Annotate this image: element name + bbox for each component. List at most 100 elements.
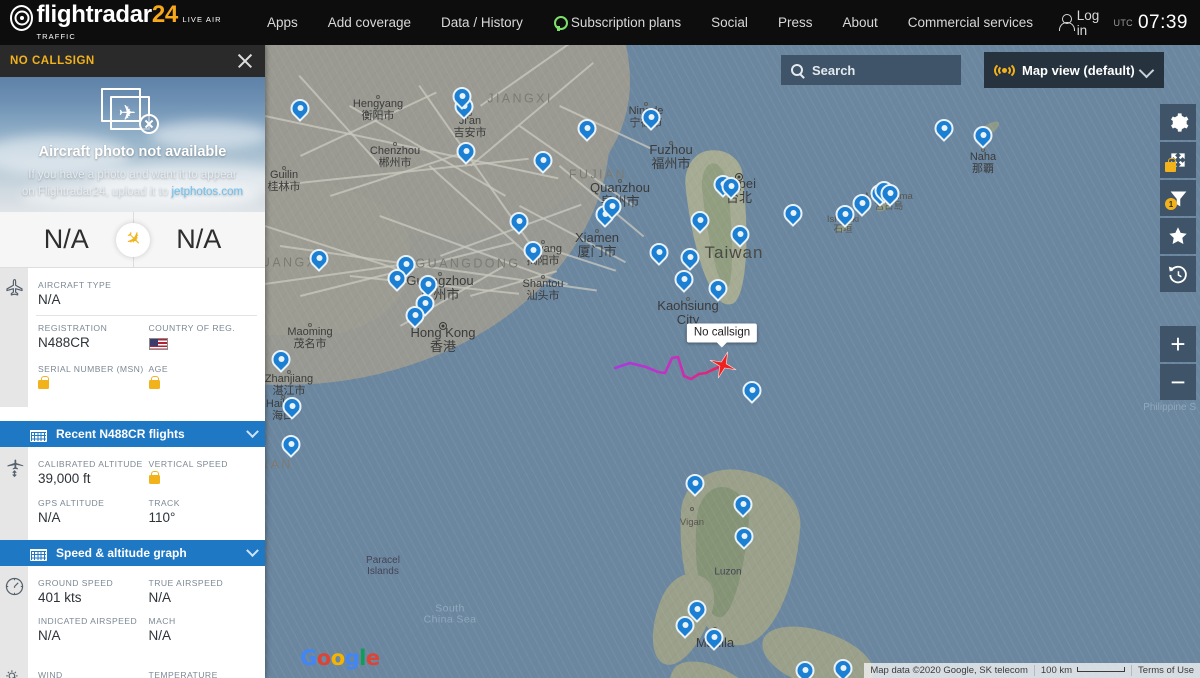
- city-dot: [439, 322, 447, 330]
- lock-icon[interactable]: [148, 375, 160, 389]
- field-label: VERTICAL SPEED: [148, 459, 228, 469]
- recent-flights-label: Recent N488CR flights: [56, 427, 185, 441]
- airport-pin[interactable]: [681, 470, 709, 500]
- airport-pin[interactable]: [277, 431, 305, 461]
- nav-item-label: Commercial services: [907, 15, 1034, 30]
- aircraft-icon: [0, 268, 28, 407]
- zoom-out-button[interactable]: −: [1160, 364, 1196, 400]
- map-view-select[interactable]: Map view (default): [984, 52, 1164, 88]
- broadcast-icon: [992, 61, 1016, 79]
- field-value: N488CR: [38, 335, 90, 350]
- field-value: N/A: [148, 590, 172, 605]
- aircraft-info-panel: NO CALLSIGN ✈ Aircraft photo not availab…: [0, 45, 265, 678]
- aircraft-photo-placeholder: ✈ Aircraft photo not available If you ha…: [0, 77, 265, 212]
- nav-item-data-history[interactable]: Data / History: [426, 0, 538, 45]
- map-data-attribution: Map data ©2020 Google, SK telecom: [870, 665, 1028, 676]
- zoom-in-button[interactable]: +: [1160, 326, 1196, 362]
- flightradar24-logo[interactable]: flightradar24 LIVE AIR TRAFFIC: [0, 0, 252, 43]
- aircraft-marker[interactable]: [704, 346, 742, 384]
- airport-pin[interactable]: [791, 657, 819, 678]
- recent-flights-bar[interactable]: Recent N488CR flights: [0, 421, 265, 447]
- city-dot: [438, 272, 442, 276]
- airport-pin[interactable]: [969, 122, 997, 152]
- airport-pin[interactable]: [383, 265, 411, 295]
- airport-pin[interactable]: [717, 173, 745, 203]
- map-label: Paracel Islands: [366, 555, 400, 577]
- airport-pin[interactable]: [876, 180, 904, 210]
- airport-pin[interactable]: [779, 200, 807, 230]
- photo-hint-line1: If you have a photo and want it to appea…: [28, 169, 237, 182]
- field-label: SERIAL NUMBER (MSN): [38, 364, 144, 374]
- airport-pin[interactable]: [729, 491, 757, 521]
- nav-item-label: Add coverage: [327, 15, 412, 30]
- lock-icon[interactable]: [38, 375, 49, 389]
- airport-pin[interactable]: [738, 377, 766, 407]
- settings-button[interactable]: [1160, 104, 1196, 140]
- map-attribution-bar: Map data ©2020 Google, SK telecom 100 km…: [864, 663, 1200, 678]
- airport-pin[interactable]: [278, 393, 306, 423]
- nav-item-subscription-plans[interactable]: Subscription plans: [538, 0, 696, 45]
- bookmarks-button[interactable]: [1160, 218, 1196, 254]
- origin-airport: N/A: [43, 224, 89, 254]
- close-icon[interactable]: [235, 51, 255, 71]
- airport-pin[interactable]: [519, 237, 547, 267]
- field-value: N/A: [38, 628, 61, 643]
- nav-item-label: Data / History: [441, 15, 523, 30]
- nav-item-social[interactable]: Social: [696, 0, 763, 45]
- airport-pin[interactable]: [726, 221, 754, 251]
- lock-icon[interactable]: [148, 470, 160, 484]
- airport-pin[interactable]: [448, 83, 476, 113]
- airport-pin[interactable]: [267, 346, 295, 376]
- airport-pin[interactable]: [730, 523, 758, 553]
- nav-item-add-coverage[interactable]: Add coverage: [313, 0, 426, 45]
- nav-item-press[interactable]: Press: [763, 0, 828, 45]
- login-button[interactable]: Log in: [1048, 8, 1114, 38]
- zoom-controls[interactable]: + −: [1160, 326, 1196, 402]
- nav-item-about[interactable]: About: [827, 0, 892, 45]
- field-value: N/A: [38, 292, 61, 307]
- airport-pin[interactable]: [401, 302, 429, 332]
- aircraft-tooltip: No callsign: [686, 323, 758, 348]
- airport-pin[interactable]: [930, 115, 958, 145]
- map-tools-toolbar[interactable]: 1: [1160, 104, 1196, 294]
- airport-pin[interactable]: [671, 612, 699, 642]
- nav-item-label: Apps: [266, 15, 298, 30]
- fullscreen-button[interactable]: [1160, 142, 1196, 178]
- city-dot: [376, 95, 380, 99]
- speed-altitude-graph-bar[interactable]: Speed & altitude graph: [0, 540, 265, 566]
- nav-item-commercial-services[interactable]: Commercial services: [893, 0, 1048, 45]
- logo-accent-text: 24: [151, 0, 178, 28]
- airport-pin[interactable]: [829, 655, 857, 678]
- airport-pin[interactable]: [831, 201, 859, 231]
- city-dot: [541, 275, 545, 279]
- city-dot: [618, 179, 622, 183]
- nav-item-label: About: [842, 15, 878, 30]
- airport-pin[interactable]: [598, 193, 626, 223]
- airport-pin[interactable]: [848, 190, 876, 220]
- nav-items: Apps Add coverage Data / History Subscripti…: [252, 0, 1048, 45]
- airport-pin[interactable]: [505, 208, 533, 238]
- airport-pin[interactable]: [529, 147, 557, 177]
- airport-pin[interactable]: [573, 115, 601, 145]
- playback-button[interactable]: [1160, 256, 1196, 292]
- photo-hint-line2: on Flightradar24, upload it to: [21, 186, 172, 198]
- field-label: INDICATED AIRSPEED: [38, 616, 138, 626]
- airport-pin[interactable]: [305, 245, 333, 275]
- airport-pin[interactable]: [637, 104, 665, 134]
- airport-pin[interactable]: [704, 275, 732, 305]
- jetphotos-link[interactable]: jetphotos.com: [172, 186, 244, 198]
- terms-of-use-link[interactable]: Terms of Use: [1132, 665, 1200, 676]
- chevron-down-icon: [246, 424, 259, 438]
- filters-button[interactable]: 1: [1160, 180, 1196, 216]
- photo-upload-hint: If you have a photo and want it to appea…: [22, 167, 243, 200]
- nav-item-apps[interactable]: Apps: [252, 0, 313, 45]
- airport-pin[interactable]: [700, 624, 728, 654]
- airport-pin[interactable]: [286, 95, 314, 125]
- airport-pin[interactable]: [452, 138, 480, 168]
- airport-pin[interactable]: [645, 239, 673, 269]
- airport-pin[interactable]: [670, 266, 698, 296]
- search-input[interactable]: Search: [781, 55, 961, 85]
- logo-main-text: flightradar: [36, 0, 152, 28]
- airport-pin[interactable]: [686, 207, 714, 237]
- field-value: N/A: [148, 628, 172, 643]
